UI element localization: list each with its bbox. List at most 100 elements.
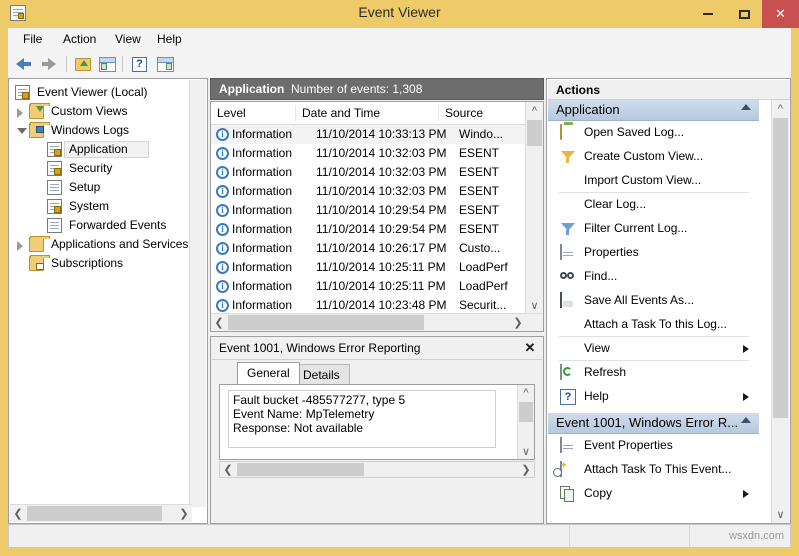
tree-item-applications-and-services-lo[interactable]: Applications and Services Lo: [9, 235, 207, 254]
detail-scroll-vthumb[interactable]: [519, 402, 533, 422]
event-row[interactable]: i Information 11/10/2014 10:25:11 PM LoadPe…: [211, 258, 527, 277]
action-item-open-saved-log[interactable]: Open Saved Log...: [548, 121, 759, 145]
tree-scroll-thumb[interactable]: [27, 506, 162, 521]
minimize-button[interactable]: [690, 0, 726, 28]
chevron-down-icon[interactable]: [17, 127, 27, 136]
detail-scroll-left-button[interactable]: ❮: [220, 462, 236, 477]
list-scroll-hthumb[interactable]: [228, 315, 424, 330]
detail-close-icon[interactable]: ✕: [522, 340, 538, 356]
tree-item-security[interactable]: Security: [9, 159, 207, 178]
help-button[interactable]: ?: [128, 54, 150, 74]
back-button[interactable]: [14, 54, 36, 74]
status-bar: wsxdn.com: [8, 524, 791, 548]
tab-details[interactable]: Details: [293, 364, 350, 384]
event-row[interactable]: i Information 11/10/2014 10:26:17 PM Custo.…: [211, 239, 527, 258]
tab-general[interactable]: General: [237, 362, 300, 384]
actions-group-label: Event 1001, Windows Error R...: [556, 415, 739, 430]
actions-vertical-scrollbar[interactable]: ^ ∨: [771, 100, 789, 523]
information-icon: i: [216, 242, 229, 255]
information-icon: i: [216, 223, 229, 236]
action-item-properties[interactable]: Properties: [548, 241, 759, 265]
detail-scroll-right-button[interactable]: ❯: [518, 462, 534, 477]
event-row[interactable]: i Information 11/10/2014 10:33:13 PM Windo.…: [211, 125, 527, 144]
event-source: ESENT: [459, 203, 500, 217]
open-folder-button[interactable]: [72, 54, 94, 74]
detail-vertical-scrollbar[interactable]: ^ ∨: [517, 385, 534, 459]
tree-item-label: Forwarded Events: [69, 218, 167, 232]
detail-scroll-up-button[interactable]: ^: [518, 385, 534, 401]
chevron-right-icon[interactable]: [17, 241, 26, 251]
action-item-help[interactable]: ? Help: [548, 385, 759, 409]
action-item-refresh[interactable]: Refresh: [548, 361, 759, 385]
event-list-horizontal-scrollbar[interactable]: ❮ ❯: [211, 313, 543, 331]
tree-horizontal-scrollbar[interactable]: ❮ ❯: [10, 504, 192, 522]
column-header-date-and-time[interactable]: Date and Time: [295, 105, 445, 121]
main-content: Event Viewer (Local) Custom Views Windows …: [8, 78, 791, 524]
tree-item-setup[interactable]: Setup: [9, 178, 207, 197]
action-item-create-custom-view[interactable]: Create Custom View...: [548, 145, 759, 169]
menu-help[interactable]: Help: [150, 31, 189, 48]
action-item-find[interactable]: Find...: [548, 265, 759, 289]
list-scroll-vthumb[interactable]: [527, 120, 542, 146]
action-item-view[interactable]: View: [548, 337, 759, 361]
action-item-import-custom-view[interactable]: Import Custom View...: [548, 169, 759, 193]
tree-item-windows-logs[interactable]: Windows Logs: [9, 121, 207, 140]
tree-item-event-viewer-local[interactable]: Event Viewer (Local): [9, 83, 207, 102]
forward-button[interactable]: [38, 54, 60, 74]
actions-group-header[interactable]: Event 1001, Windows Error R...: [548, 413, 759, 434]
show-hide-console-tree-button[interactable]: [96, 54, 118, 74]
actions-scroll-down-button[interactable]: ∨: [772, 506, 789, 523]
action-item-label: View: [584, 341, 610, 355]
tree-scroll-left-button[interactable]: ❮: [10, 505, 26, 522]
tree-scroll-right-button[interactable]: ❯: [176, 505, 192, 522]
list-scroll-left-button[interactable]: ❮: [211, 314, 227, 331]
event-list-vertical-scrollbar[interactable]: ^ ∨: [525, 102, 543, 314]
tree-item-label: Windows Logs: [51, 123, 130, 137]
tree-item-custom-views[interactable]: Custom Views: [9, 102, 207, 121]
action-item-clear-log[interactable]: Clear Log...: [548, 193, 759, 217]
event-row[interactable]: i Information 11/10/2014 10:29:54 PM ESENT: [211, 201, 527, 220]
chevron-up-icon[interactable]: [741, 104, 751, 110]
event-row[interactable]: i Information 11/10/2014 10:32:03 PM ESENT: [211, 144, 527, 163]
tree-item-forwarded-events[interactable]: Forwarded Events: [9, 216, 207, 235]
column-header-level[interactable]: Level: [211, 105, 301, 121]
action-item-attach-a-task-to-this-log[interactable]: Attach a Task To this Log...: [548, 313, 759, 337]
event-datetime: 11/10/2014 10:29:54 PM: [316, 222, 447, 236]
tree-item-subscriptions[interactable]: Subscriptions: [9, 254, 207, 273]
action-item-label: Import Custom View...: [584, 173, 702, 187]
tree-item-application[interactable]: Application: [9, 140, 207, 159]
information-icon: i: [216, 261, 229, 274]
action-item-attach-task-to-this-event[interactable]: ✦ Attach Task To This Event...: [548, 458, 759, 482]
action-item-filter-current-log[interactable]: Filter Current Log...: [548, 217, 759, 241]
chevron-right-icon[interactable]: [17, 108, 26, 118]
action-item-copy[interactable]: Copy: [548, 482, 759, 506]
show-hide-action-pane-button[interactable]: [154, 54, 176, 74]
list-scroll-up-button[interactable]: ^: [526, 102, 543, 119]
event-row[interactable]: i Information 11/10/2014 10:29:54 PM ESENT: [211, 220, 527, 239]
action-item-label: Event Properties: [584, 438, 673, 452]
action-item-label: Copy: [584, 486, 613, 500]
actions-scroll-up-button[interactable]: ^: [772, 100, 789, 117]
menu-file[interactable]: File: [16, 31, 49, 48]
menu-view[interactable]: View: [108, 31, 148, 48]
action-item-save-all-events-as[interactable]: Save All Events As...: [548, 289, 759, 313]
event-row[interactable]: i Information 11/10/2014 10:32:03 PM ESENT: [211, 163, 527, 182]
close-button[interactable]: ✕: [762, 0, 799, 28]
detail-horizontal-scrollbar[interactable]: ❮ ❯: [219, 461, 535, 478]
event-viewer-window: Event Viewer ✕ File Action View Help ? E…: [0, 0, 799, 556]
detail-scroll-down-button[interactable]: ∨: [518, 443, 534, 459]
chevron-up-icon[interactable]: [741, 417, 751, 423]
actions-group-header[interactable]: Application: [548, 100, 759, 121]
action-item-event-properties[interactable]: Event Properties: [548, 434, 759, 458]
event-row[interactable]: i Information 11/10/2014 10:32:03 PM ESENT: [211, 182, 527, 201]
list-scroll-right-button[interactable]: ❯: [510, 314, 526, 331]
event-row[interactable]: i Information 11/10/2014 10:25:11 PM LoadPe…: [211, 277, 527, 296]
tree-vertical-scrollbar[interactable]: [189, 80, 206, 507]
maximize-button[interactable]: [726, 0, 762, 28]
column-header-source[interactable]: Source: [438, 105, 534, 121]
actions-scroll-thumb[interactable]: [773, 118, 788, 418]
detail-scroll-hthumb[interactable]: [237, 463, 364, 476]
tree-item-system[interactable]: System: [9, 197, 207, 216]
list-scroll-down-button[interactable]: ∨: [526, 297, 543, 314]
menu-action[interactable]: Action: [56, 31, 103, 48]
